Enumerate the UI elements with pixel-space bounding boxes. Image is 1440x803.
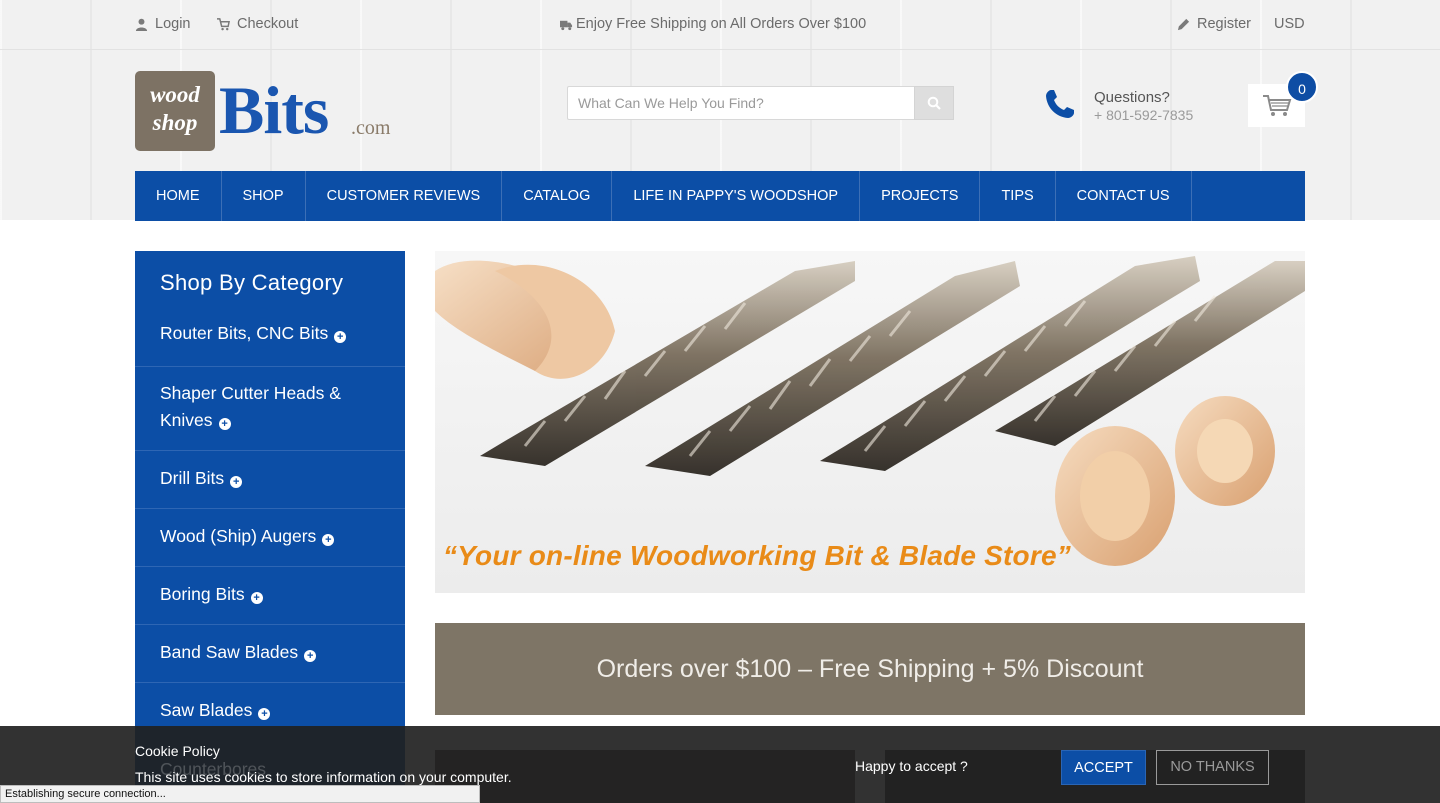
login-link[interactable]: Login (135, 16, 190, 32)
nav-customer-reviews-label: CUSTOMER REVIEWS (326, 188, 481, 204)
nav-shop[interactable]: SHOP (222, 171, 306, 221)
category-label-line2: Knives (160, 410, 213, 430)
pencil-icon (1177, 18, 1190, 30)
truck-icon (560, 20, 573, 30)
questions-label: Questions? (1094, 89, 1170, 106)
nav-home[interactable]: HOME (135, 171, 222, 221)
nav-tips[interactable]: TIPS (980, 171, 1056, 221)
shipping-text: Enjoy Free Shipping on All Orders Over $… (576, 16, 867, 32)
nav-home-label: HOME (156, 188, 200, 204)
expand-plus-icon[interactable]: + (230, 476, 243, 488)
nav-tips-label: TIPS (1001, 188, 1034, 204)
category-label: Boring Bits (160, 584, 245, 604)
register-link[interactable]: Register (1177, 16, 1251, 32)
phone-number[interactable]: + 801-592-7835 (1094, 107, 1193, 123)
search-icon (927, 96, 941, 110)
currency-label: USD (1274, 16, 1305, 32)
cookie-text: This site uses cookies to store informat… (135, 769, 512, 785)
expand-plus-icon[interactable]: + (218, 418, 231, 430)
nav-projects-label: PROJECTS (881, 188, 959, 204)
category-router-bits[interactable]: Router Bits, CNC Bits + (135, 320, 405, 367)
search-input[interactable] (567, 86, 915, 120)
cookie-title: Cookie Policy (135, 743, 220, 759)
browser-status-bar: Establishing secure connection... (0, 785, 480, 803)
category-band-saw-blades[interactable]: Band Saw Blades + (135, 639, 405, 683)
nav-contact-us[interactable]: CONTACT US (1056, 171, 1192, 221)
nav-contact-label: CONTACT US (1076, 188, 1170, 204)
promo-text: Orders over $100 – Free Shipping + 5% Di… (596, 654, 1144, 683)
shipping-notice: Enjoy Free Shipping on All Orders Over $… (560, 16, 866, 32)
category-label: Band Saw Blades (160, 642, 299, 662)
cart-small-icon (217, 17, 230, 30)
nav-catalog[interactable]: CATALOG (502, 171, 613, 221)
nav-life-label: LIFE IN PAPPY'S WOODSHOP (633, 188, 839, 204)
site-logo[interactable]: wood shop Bits .com (135, 71, 410, 153)
login-label: Login (155, 16, 191, 32)
logo-word-bits: Bits (219, 72, 329, 148)
logo-word-shop: shop (152, 110, 198, 135)
cart-count-badge: 0 (1286, 71, 1318, 103)
cookie-question: Happy to accept ? (855, 758, 968, 774)
expand-plus-icon[interactable]: + (334, 331, 347, 343)
category-boring-bits[interactable]: Boring Bits + (135, 581, 405, 625)
logo-word-wood: wood (150, 82, 200, 107)
nav-catalog-label: CATALOG (523, 188, 591, 204)
nav-projects[interactable]: PROJECTS (860, 171, 981, 221)
nav-shop-label: SHOP (242, 188, 284, 204)
expand-plus-icon[interactable]: + (250, 592, 263, 604)
cart-icon (1262, 94, 1291, 116)
register-label: Register (1197, 16, 1251, 32)
hero-tagline: “Your on-line Woodworking Bit & Blade St… (443, 540, 1071, 571)
expand-plus-icon[interactable]: + (304, 650, 317, 662)
phone-icon (1046, 90, 1074, 118)
hero-banner[interactable]: “Your on-line Woodworking Bit & Blade St… (435, 251, 1305, 593)
sidebar-title: Shop By Category (160, 270, 344, 295)
nav-life-in-pappys-woodshop[interactable]: LIFE IN PAPPY'S WOODSHOP (612, 171, 861, 221)
category-label: Wood (Ship) Augers (160, 526, 317, 546)
category-drill-bits[interactable]: Drill Bits + (135, 465, 405, 509)
logo-badge: wood shop (135, 71, 215, 151)
category-label: Saw Blades (160, 700, 253, 720)
no-thanks-button[interactable]: NO THANKS (1156, 750, 1269, 785)
category-label: Drill Bits (160, 468, 225, 488)
top-bar: Login Checkout Enjoy Free Shipping on Al… (0, 0, 1440, 50)
search-button[interactable] (914, 86, 954, 120)
category-wood-ship-augers[interactable]: Wood (Ship) Augers + (135, 523, 405, 567)
category-label: Shaper Cutter Heads & (160, 383, 341, 403)
search-bar (567, 86, 954, 120)
expand-plus-icon[interactable]: + (322, 534, 335, 546)
checkout-label: Checkout (237, 16, 299, 32)
category-shaper-cutter-heads[interactable]: Shaper Cutter Heads & Knives + (135, 380, 405, 451)
promo-banner[interactable]: Orders over $100 – Free Shipping + 5% Di… (435, 623, 1305, 715)
currency-selector[interactable]: USD (1274, 16, 1305, 32)
accept-button[interactable]: ACCEPT (1061, 750, 1146, 785)
expand-plus-icon[interactable]: + (258, 708, 271, 720)
nav-customer-reviews[interactable]: CUSTOMER REVIEWS (306, 171, 503, 221)
logo-word-com: .com (351, 117, 391, 139)
checkout-link[interactable]: Checkout (217, 16, 298, 32)
user-icon (135, 18, 148, 31)
category-label: Router Bits, CNC Bits (160, 323, 329, 343)
main-nav: HOME SHOP CUSTOMER REVIEWS CATALOG LIFE … (135, 171, 1305, 221)
category-sidebar: Shop By Category Router Bits, CNC Bits + … (135, 251, 405, 803)
